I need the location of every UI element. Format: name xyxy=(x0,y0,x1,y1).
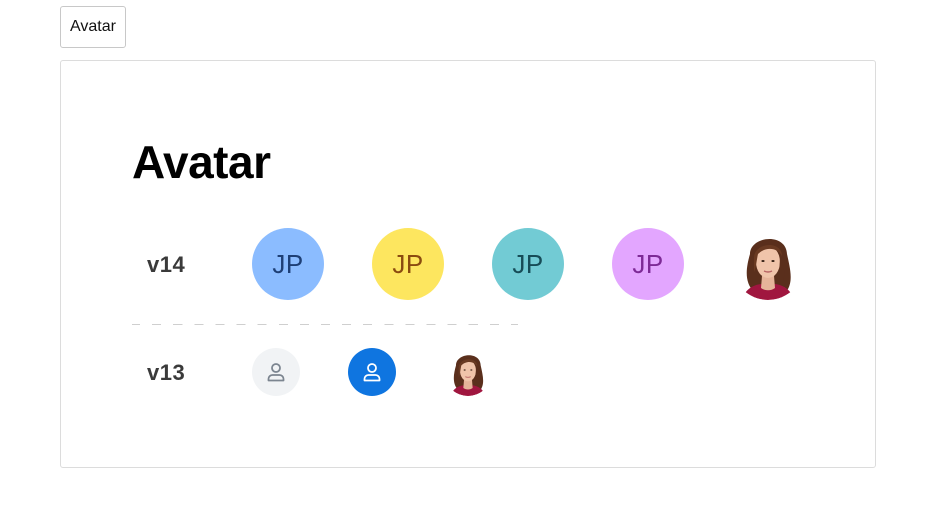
avatar-tab-button[interactable]: Avatar xyxy=(60,6,126,48)
preview-panel: Avatar v14 JP JP JP JP v13 xyxy=(60,60,876,468)
row-divider xyxy=(132,324,518,325)
user-icon xyxy=(363,363,381,382)
avatar-photo-large xyxy=(732,228,804,300)
avatar-initials-yellow: JP xyxy=(372,228,444,300)
row-label-v14: v14 xyxy=(147,252,186,277)
avatar-user-icon-light xyxy=(252,348,300,396)
avatar-initials-text: JP xyxy=(392,248,424,279)
avatar-initials-text: JP xyxy=(512,248,544,279)
avatar-user-icon-blue xyxy=(348,348,396,396)
avatar-initials-text: JP xyxy=(272,248,304,279)
app-root: Avatar Avatar v14 JP JP JP JP v13 xyxy=(0,0,936,528)
avatar-initials-text: JP xyxy=(632,248,664,279)
woman-portrait-photo-icon xyxy=(444,348,492,396)
avatar-photo-small xyxy=(444,348,492,396)
avatar-initials-purple: JP xyxy=(612,228,684,300)
avatar-initials-teal: JP xyxy=(492,228,564,300)
woman-portrait-photo-icon xyxy=(732,228,804,300)
avatar-initials-blue: JP xyxy=(252,228,324,300)
user-icon xyxy=(267,363,285,382)
page-title: Avatar xyxy=(132,136,271,188)
row-label-v13: v13 xyxy=(147,360,186,385)
